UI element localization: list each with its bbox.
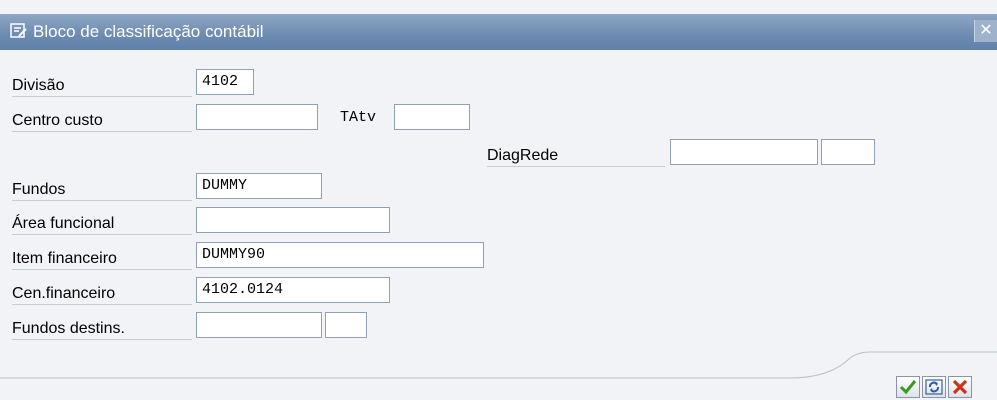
refresh-button[interactable] bbox=[922, 376, 946, 398]
label-diagrede: DiagRede bbox=[487, 144, 665, 167]
label-fundos: Fundos bbox=[12, 178, 192, 201]
diagrede-field[interactable] bbox=[670, 139, 818, 165]
label-cen-financeiro: Cen.financeiro bbox=[12, 282, 192, 305]
label-item-financeiro: Item financeiro bbox=[12, 247, 192, 270]
continue-button[interactable] bbox=[896, 376, 920, 398]
cen-financeiro-field[interactable]: 4102.0124 bbox=[196, 277, 390, 303]
diagrede-operation-field[interactable] bbox=[821, 139, 875, 165]
dialog-title: Bloco de classificação contábil bbox=[33, 22, 264, 41]
close-button[interactable]: ✕ bbox=[974, 20, 997, 42]
area-funcional-field[interactable] bbox=[196, 207, 390, 233]
divisao-field[interactable]: 4102 bbox=[196, 69, 254, 95]
fundos-destins-extra-field[interactable] bbox=[325, 312, 367, 338]
centro-custo-field[interactable] bbox=[196, 104, 318, 130]
label-tatv: TAtv bbox=[340, 109, 377, 126]
dialog-titlebar: Bloco de classificação contábil ✕ bbox=[0, 14, 997, 50]
cancel-button[interactable] bbox=[948, 376, 972, 398]
footer-divider bbox=[0, 351, 997, 379]
label-divisao: Divisão bbox=[12, 74, 192, 97]
label-area-funcional: Área funcional bbox=[12, 212, 192, 235]
dialog-icon bbox=[10, 23, 28, 44]
label-fundos-destins: Fundos destins. bbox=[12, 317, 192, 340]
fundos-destins-field[interactable] bbox=[196, 312, 322, 338]
item-financeiro-field[interactable]: DUMMY90 bbox=[196, 242, 484, 268]
fundos-field[interactable]: DUMMY bbox=[196, 173, 322, 199]
tatv-field[interactable] bbox=[394, 104, 470, 130]
close-icon: ✕ bbox=[979, 22, 993, 39]
top-strip bbox=[0, 0, 997, 14]
label-centro-custo: Centro custo bbox=[12, 109, 192, 132]
